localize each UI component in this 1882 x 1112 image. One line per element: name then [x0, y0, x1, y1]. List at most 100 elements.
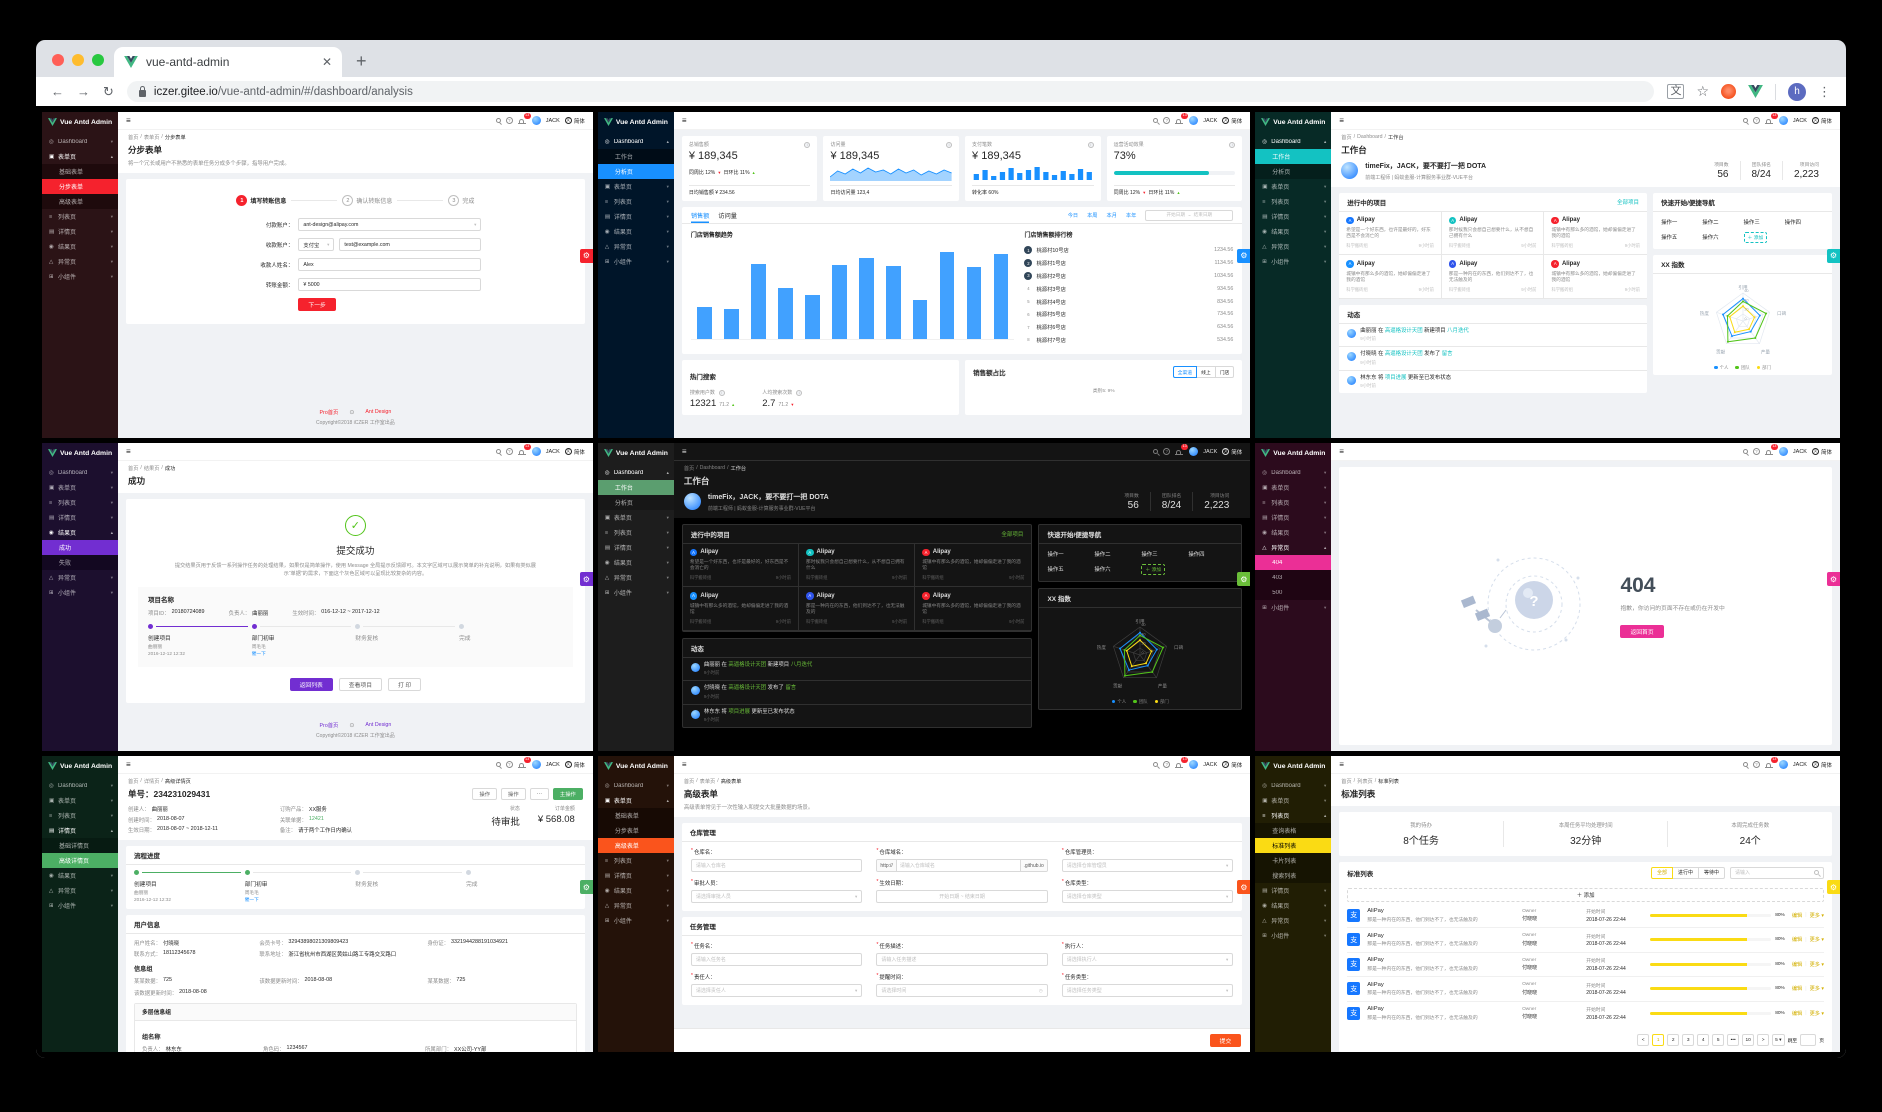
github-icon[interactable]: ⊙ — [349, 409, 354, 416]
help-icon[interactable]: ? — [1163, 117, 1171, 124]
language-switch[interactable]: 文简体 — [564, 117, 585, 125]
sidebar-item[interactable]: △ 异常页 ▾ — [42, 254, 118, 269]
extension-icon[interactable] — [1721, 84, 1736, 99]
quick-op-link[interactable]: 操作三 — [1744, 218, 1783, 226]
submit-button[interactable]: 提交 — [1209, 1034, 1242, 1047]
edit-link[interactable]: 编辑 — [1792, 1010, 1802, 1017]
sidebar-item[interactable]: ⊞ 小组件 ▾ — [1255, 600, 1331, 615]
field-input[interactable]: http://请输入仓库域名 .github.io — [876, 859, 1048, 872]
search-icon[interactable] — [1153, 449, 1159, 454]
user-avatar[interactable] — [531, 760, 541, 769]
sidebar-item[interactable]: ▤ 详情页 ▾ — [1255, 209, 1331, 224]
notification-bell[interactable]: 13 — [517, 444, 531, 456]
back-icon[interactable]: ← — [51, 84, 64, 99]
edit-link[interactable]: 编辑 — [1792, 961, 1802, 968]
search-icon[interactable] — [1742, 762, 1748, 767]
maximize-button[interactable] — [92, 54, 104, 66]
breadcrumb-item[interactable]: 首页 — [1341, 134, 1351, 141]
menu-fold-icon[interactable]: ≡ — [1339, 116, 1344, 125]
range-link[interactable]: 本周 — [1087, 212, 1097, 219]
project-card[interactable]: A Alipay 希望是一个好东西，也许是最好的，好东西是不会消亡的 科学搬砖组 9小时… — [682, 543, 800, 587]
theme-settings-button[interactable]: ⚙ — [579, 248, 593, 263]
search-icon[interactable] — [1742, 118, 1748, 123]
notification-bell[interactable]: 13 — [517, 757, 531, 769]
breadcrumb-item[interactable]: 表单页 — [700, 778, 716, 785]
result-action-button[interactable]: 打 印 — [388, 677, 422, 691]
feed-link[interactable]: 项目进展 — [728, 709, 750, 715]
project-card[interactable]: A Alipay 城镇中有那么多的酒馆，她却偏偏走进了我的酒馆 科学搬砖组 9小时前 — [915, 544, 1032, 587]
sidebar-item[interactable]: 搜索列表 — [1255, 868, 1332, 883]
help-icon[interactable]: ? — [1163, 448, 1171, 455]
urge-link[interactable]: 催一下 — [245, 897, 352, 904]
sidebar-item[interactable]: ◎ Dashboard ▴ — [598, 134, 674, 149]
sidebar-item[interactable]: △ 异常页 ▴ — [1255, 540, 1331, 555]
field-input[interactable]: 请输入任务名 — [690, 953, 863, 966]
menu-fold-icon[interactable]: ≡ — [126, 116, 131, 125]
page-number[interactable]: 2 — [1667, 1034, 1680, 1046]
project-card[interactable]: A Alipay 那时候我只会想自己想要什么，从不想自己拥有什么 科学搬砖组 9小时前 — [1441, 211, 1545, 255]
url-bar[interactable]: iczer.gitee.io/vue-antd-admin/#/dashboar… — [126, 81, 1655, 102]
feed-link[interactable]: 留言 — [1442, 351, 1453, 357]
tab-item[interactable]: 销售额 — [691, 207, 710, 223]
notification-bell[interactable]: 13 — [1175, 113, 1189, 125]
theme-settings-button[interactable]: ⚙ — [1237, 248, 1251, 263]
help-icon[interactable]: ? — [1752, 448, 1760, 455]
sidebar-item[interactable]: ⊞ 小组件 ▾ — [42, 585, 118, 600]
theme-settings-button[interactable]: ⚙ — [1237, 572, 1251, 587]
project-name[interactable]: Alipay — [1562, 217, 1580, 223]
project-name[interactable]: Alipay — [700, 549, 718, 555]
menu-fold-icon[interactable]: ≡ — [682, 760, 687, 769]
quick-op-link[interactable]: 操作五 — [1047, 565, 1092, 573]
breadcrumb-item[interactable]: 详情页 — [144, 778, 160, 785]
language-switch[interactable]: 文简体 — [1222, 117, 1242, 125]
breadcrumb-item[interactable]: 首页 — [128, 778, 138, 785]
page-size-select[interactable]: 5 ▾ — [1772, 1034, 1785, 1046]
edit-link[interactable]: 编辑 — [1792, 912, 1802, 919]
project-card[interactable]: A Alipay 城镇中有那么多的酒馆，她却偏偏走进了我的酒馆 科学搬砖组 9小时前 — [1339, 255, 1442, 299]
sidebar-item[interactable]: 失败 — [42, 555, 118, 570]
username-label[interactable]: JACK — [1793, 118, 1807, 124]
project-name[interactable]: Alipay — [1357, 261, 1375, 267]
language-switch[interactable]: 文简体 — [1222, 761, 1242, 769]
sidebar-item[interactable]: ≡ 列表页 ▾ — [1255, 495, 1331, 510]
sidebar-item[interactable]: 500 — [1255, 585, 1332, 600]
search-icon[interactable] — [1153, 118, 1159, 123]
project-group[interactable]: 科学搬砖组 — [1449, 243, 1470, 249]
feed-link[interactable]: 留言 — [785, 685, 796, 691]
field-select[interactable]: 请选择责任人 ▾ — [690, 984, 863, 997]
quick-op-link[interactable]: 操作四 — [1188, 550, 1233, 558]
project-name[interactable]: Alipay — [1357, 217, 1375, 223]
channel-option[interactable]: 全渠道 — [1172, 366, 1198, 379]
sidebar-item[interactable]: ≡ 列表页 ▾ — [598, 194, 674, 209]
quick-op-link[interactable]: 操作二 — [1702, 218, 1741, 226]
sidebar-item[interactable]: ◉ 结果页 ▾ — [1255, 525, 1331, 540]
sidebar-item[interactable]: ▣ 表单页 ▾ — [42, 480, 118, 495]
back-home-button[interactable]: 返回首页 — [1620, 624, 1664, 638]
theme-settings-button[interactable]: ⚙ — [1827, 248, 1840, 263]
language-switch[interactable]: 文简体 — [1811, 448, 1832, 456]
language-switch[interactable]: 文简体 — [564, 448, 585, 456]
username-label[interactable]: JACK — [1203, 118, 1217, 124]
date-range-field[interactable]: 开始日期 ~ 结束日期 — [876, 890, 1048, 903]
sidebar-item[interactable]: ◎ Dashboard ▴ — [1255, 134, 1331, 149]
field-select[interactable]: 请选择仓库类型 ▾ — [1061, 890, 1234, 903]
feed-link[interactable]: 高逼格设计天团 — [728, 685, 766, 691]
breadcrumb-item[interactable]: 列表页 — [1357, 778, 1373, 785]
username-label[interactable]: JACK — [1203, 762, 1217, 768]
page-number[interactable]: 1 — [1652, 1034, 1665, 1046]
user-avatar[interactable] — [531, 447, 541, 456]
menu-fold-icon[interactable]: ≡ — [126, 447, 131, 456]
sidebar-item[interactable]: △ 异常页 ▾ — [1255, 239, 1331, 254]
sidebar-item[interactable]: 工作台 — [1255, 149, 1332, 164]
filter-option[interactable]: 等待中 — [1697, 866, 1725, 879]
breadcrumb-item[interactable]: 成功 — [165, 465, 175, 472]
sidebar-item[interactable]: ≡ 列表页 ▾ — [42, 209, 118, 224]
sidebar-item[interactable]: ◎ Dashboard ▴ — [598, 465, 674, 480]
sidebar-item[interactable]: 分步表单 — [42, 179, 118, 194]
sidebar-item[interactable]: 分析页 — [1255, 164, 1332, 179]
project-card[interactable]: A Alipay 希望是一个好东西，也许是最好的，好东西是不会消亡的 科学搬砖组 9小时… — [1339, 211, 1442, 255]
sidebar-item[interactable]: ▤ 详情页 ▾ — [42, 224, 118, 239]
search-icon[interactable] — [495, 449, 501, 454]
add-button[interactable]: ＋ 添加 — [1743, 231, 1768, 243]
profile-avatar[interactable]: h — [1788, 82, 1806, 101]
